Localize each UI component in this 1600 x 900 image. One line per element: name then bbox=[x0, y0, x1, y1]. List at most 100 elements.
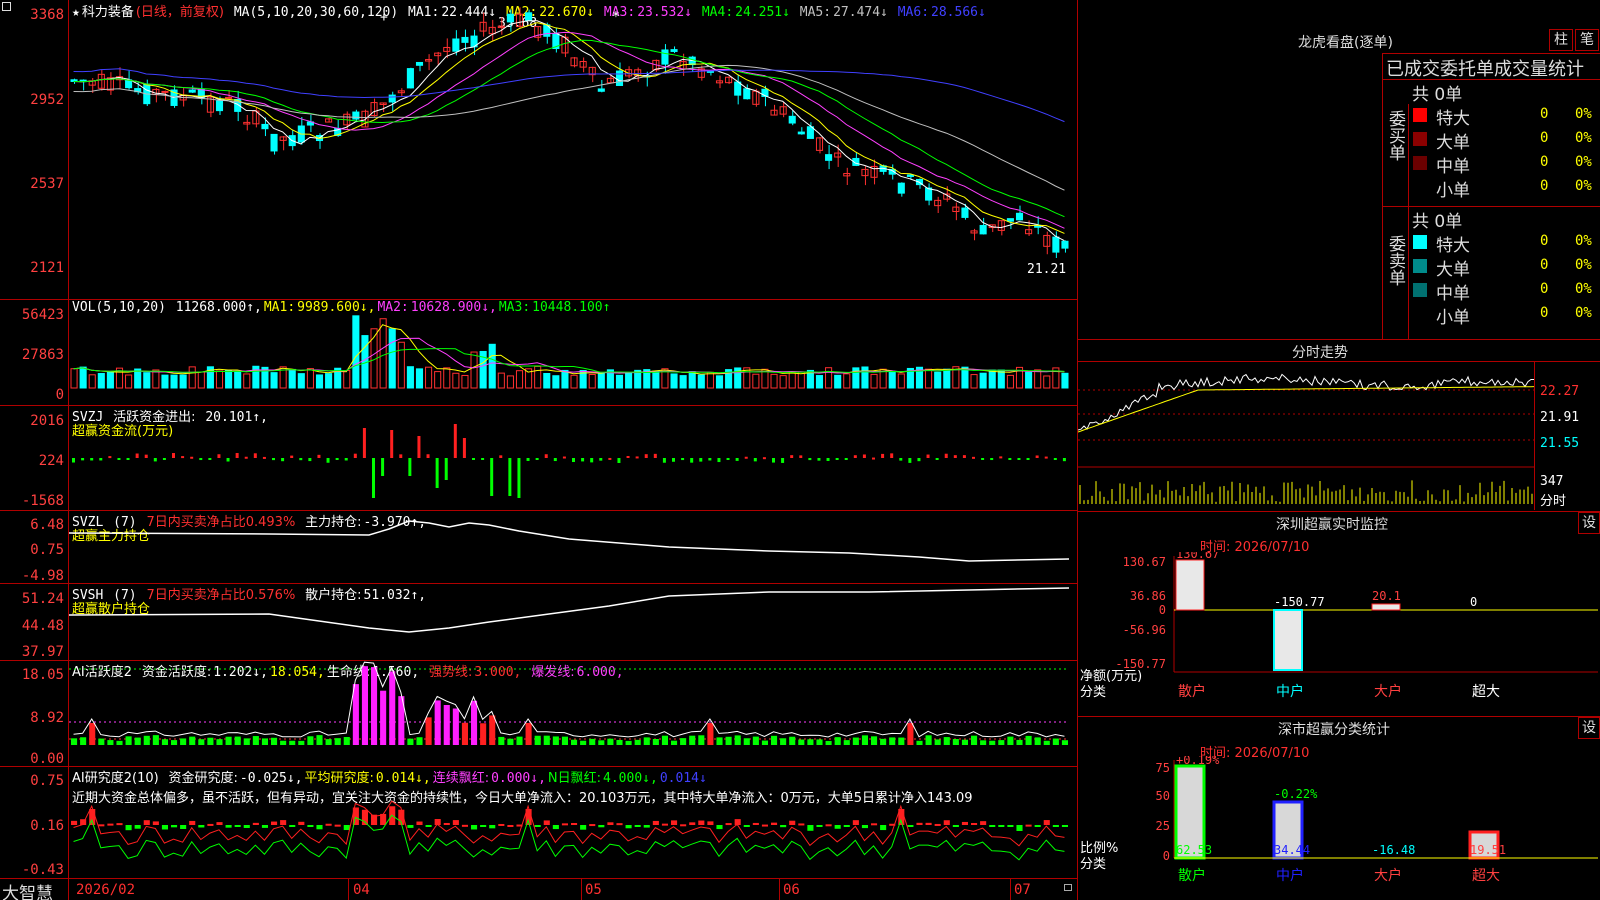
volume-bar bbox=[506, 375, 514, 389]
ai-research-bar bbox=[552, 825, 559, 830]
candle-body bbox=[834, 152, 842, 158]
ai-active-bar bbox=[161, 739, 168, 745]
svzj-bar bbox=[808, 458, 812, 461]
svzj-bar bbox=[935, 458, 939, 460]
tab-tick-button[interactable]: 笔 bbox=[1575, 29, 1599, 51]
ai-research-bar bbox=[652, 820, 659, 825]
chart-area[interactable]: ★ 科力装备 (日线，前复权) MA(5,10,20,30,60,120) MA1:… bbox=[0, 0, 1078, 900]
svzj-chart[interactable] bbox=[69, 406, 1077, 510]
ai-active-bar bbox=[825, 740, 832, 745]
ai-research-chart[interactable] bbox=[69, 767, 1077, 878]
ai-active-bar bbox=[1007, 736, 1014, 745]
svzj-bar bbox=[1044, 456, 1048, 459]
buy-row-0-label: 特大 bbox=[1436, 109, 1470, 129]
svzj-bar bbox=[544, 454, 548, 458]
candle-body bbox=[161, 90, 169, 93]
candlestick-chart[interactable] bbox=[69, 0, 1077, 299]
classify-bar-chart[interactable]: 75 50 25 0 +0.19% -0.22% 比例%分类 62.53 34.44 -16.48… bbox=[1078, 756, 1600, 900]
svzj-bar bbox=[917, 458, 921, 462]
ai-active-bar bbox=[743, 738, 750, 745]
svzj-bar bbox=[262, 456, 266, 459]
svzj-bar bbox=[444, 458, 448, 480]
ai-research-bar bbox=[861, 825, 868, 829]
svzj-bar bbox=[126, 458, 130, 460]
candle-body bbox=[706, 70, 714, 73]
ai-active-bar bbox=[98, 738, 105, 745]
svzj-bar bbox=[862, 454, 866, 458]
vol-axis-label-1: 56423 bbox=[21, 307, 64, 323]
ai-research-bar bbox=[498, 823, 505, 826]
ai-active-bar bbox=[507, 738, 514, 745]
ai-research-bar bbox=[771, 822, 778, 825]
ai-active-bar bbox=[1025, 735, 1032, 745]
svzj-bar bbox=[835, 458, 839, 460]
ai-active-bar bbox=[934, 739, 941, 745]
candle-body bbox=[261, 123, 269, 130]
ai-research-bar bbox=[316, 825, 323, 830]
svzj-bar bbox=[208, 458, 212, 460]
monitor-y-label: 130.67 bbox=[1123, 555, 1166, 569]
ai-active-bar bbox=[998, 740, 1005, 745]
intraday-chart[interactable] bbox=[1078, 362, 1534, 510]
volume-bar bbox=[943, 368, 951, 389]
volume-bar bbox=[652, 370, 660, 389]
ai-research-bar bbox=[1061, 825, 1068, 827]
classify-bottom-value: 19.51 bbox=[1470, 843, 1506, 857]
volume-bar bbox=[715, 375, 724, 389]
volume-bar bbox=[834, 374, 842, 389]
volume-bar bbox=[1061, 372, 1069, 389]
ai-active-bar bbox=[380, 690, 387, 745]
candle-body bbox=[734, 81, 742, 96]
candle-body bbox=[352, 111, 360, 120]
ai-active-bar bbox=[971, 735, 978, 745]
ma-line-1 bbox=[73, 20, 1065, 242]
svzj-bar bbox=[1053, 458, 1057, 460]
monitor-bar-chart[interactable]: 130.6736.860-56.96-150.77130.67-150.77 20… bbox=[1078, 552, 1600, 714]
right-panel: 龙虎看盘(逐单) 柱 笔 已成交委托单成交量统计 共 0单 委买单 特大 0 0% 大… bbox=[1078, 0, 1600, 900]
sell-row-3-label: 小单 bbox=[1436, 308, 1470, 328]
ai-active-chart[interactable] bbox=[69, 661, 1077, 766]
volume-bar bbox=[315, 374, 324, 389]
sell-total: 共 0单 bbox=[1412, 212, 1463, 232]
tab-bar-button[interactable]: 柱 bbox=[1549, 29, 1573, 51]
intraday-avg-line bbox=[1078, 386, 1534, 433]
sell-row-1-label: 大单 bbox=[1436, 260, 1470, 280]
svzj-bar bbox=[817, 458, 821, 461]
ai-active-bar bbox=[261, 738, 268, 745]
intraday-y-label-1: 22.27 bbox=[1540, 384, 1580, 399]
ai-active-bar bbox=[307, 736, 314, 745]
svzj-bar bbox=[790, 455, 794, 458]
svzj-bar bbox=[462, 438, 466, 458]
ai-research-bar bbox=[580, 825, 587, 830]
ai-active-bar bbox=[1052, 738, 1059, 745]
ai-research-bar bbox=[952, 825, 959, 827]
svzj-bar bbox=[944, 453, 948, 458]
candle-body bbox=[1006, 218, 1014, 222]
candle-body bbox=[452, 38, 460, 52]
svsh-chart[interactable] bbox=[69, 584, 1077, 660]
ai-research-bar bbox=[807, 825, 814, 831]
ai-active-bar bbox=[343, 737, 350, 745]
volume-chart[interactable] bbox=[69, 300, 1077, 405]
ai-active-bar bbox=[989, 740, 996, 745]
sell-row-1-swatch bbox=[1413, 259, 1427, 273]
classify-settings-button[interactable]: 设 bbox=[1578, 717, 1600, 739]
monitor-settings-button[interactable]: 设 bbox=[1578, 512, 1600, 534]
svzj-bar bbox=[972, 456, 975, 459]
svzj-bar bbox=[353, 453, 357, 458]
dragon-title: 龙虎看盘(逐单) bbox=[1298, 35, 1393, 51]
ma-line-4 bbox=[73, 39, 1065, 218]
volume-bar bbox=[688, 371, 696, 389]
lock-icon[interactable] bbox=[1064, 884, 1072, 891]
volume-bar bbox=[1025, 371, 1033, 389]
ai-research-bar bbox=[225, 825, 232, 828]
volume-bar bbox=[679, 375, 687, 389]
volume-bar bbox=[897, 373, 905, 389]
svzj-bar bbox=[117, 458, 121, 460]
buy-total: 共 0单 bbox=[1412, 85, 1463, 105]
ai-active-bar bbox=[571, 739, 578, 745]
ai-active-bar bbox=[280, 740, 287, 745]
svzj-bar bbox=[372, 458, 375, 498]
svzl-chart[interactable] bbox=[69, 511, 1077, 583]
ai-active-bar bbox=[925, 735, 932, 745]
